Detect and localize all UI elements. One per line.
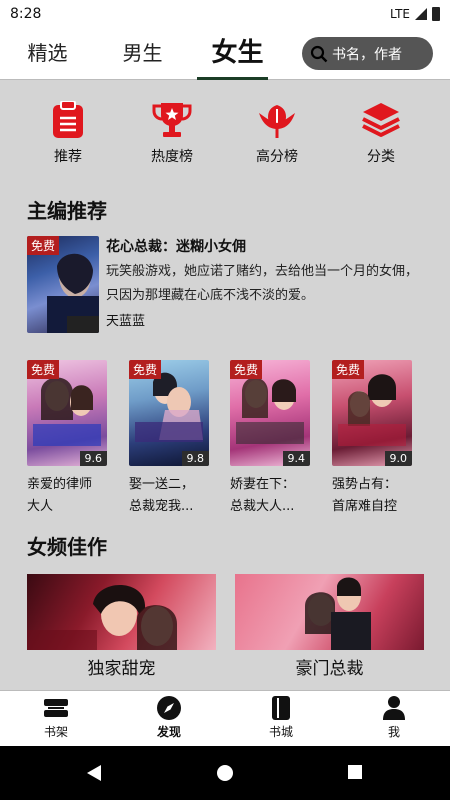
bookshelf-icon bbox=[44, 699, 68, 717]
back-icon[interactable] bbox=[86, 764, 102, 782]
banner-label: 豪门总裁 bbox=[295, 659, 364, 679]
score-badge: 9.4 bbox=[282, 451, 310, 466]
category-label: 高分榜 bbox=[256, 149, 298, 165]
bottom-nav-discover[interactable]: 发现 bbox=[139, 695, 199, 740]
book-title-line: 娶一送二， bbox=[129, 477, 195, 492]
featured-description: 玩笑般游戏，她应诺了赌约，去给他当一个月的女佣，只因为那埋藏在心底不浅不淡的爱。 bbox=[106, 264, 419, 303]
layers-icon bbox=[362, 103, 400, 137]
book-title[interactable]: 娶一送二， 总裁宠我... bbox=[129, 474, 219, 518]
trophy-icon bbox=[152, 103, 192, 137]
category-hot[interactable]: 热度榜 bbox=[137, 100, 207, 166]
compass-icon bbox=[157, 696, 181, 720]
banner-rich-ceo[interactable] bbox=[235, 574, 424, 650]
status-time: 8:28 bbox=[10, 6, 42, 22]
bottom-nav-label: 书架 bbox=[43, 725, 68, 739]
clipboard-icon bbox=[53, 101, 83, 138]
bottom-nav-label: 书城 bbox=[268, 725, 293, 739]
free-tag: 免费 bbox=[332, 360, 365, 379]
tab-featured[interactable]: 精选 bbox=[0, 28, 95, 80]
book-title-line: 大人 bbox=[27, 499, 54, 514]
bottom-nav-bookstore[interactable]: 书城 bbox=[251, 695, 311, 740]
category-recommend[interactable]: 推荐 bbox=[33, 100, 103, 166]
category-label: 推荐 bbox=[54, 149, 82, 165]
score-badge: 9.0 bbox=[384, 451, 412, 466]
search-placeholder: 书名，作者 bbox=[332, 46, 402, 63]
signal-icon bbox=[415, 8, 427, 20]
tab-male[interactable]: 男生 bbox=[95, 28, 190, 80]
section-title-female-picks: 女频佳作 bbox=[27, 535, 107, 559]
book-cover[interactable]: 免费 bbox=[27, 236, 99, 333]
free-tag: 免费 bbox=[27, 236, 60, 255]
book-cover[interactable]: 免费 9.4 bbox=[230, 360, 310, 466]
battery-icon bbox=[432, 7, 440, 21]
book-title-line: 娇妻在下： bbox=[230, 477, 296, 492]
book-card[interactable]: 免费 9.4 娇妻在下： 总裁大人... bbox=[230, 360, 320, 518]
banner-label: 独家甜宠 bbox=[87, 659, 156, 679]
person-icon bbox=[383, 696, 405, 720]
category-classify[interactable]: 分类 bbox=[346, 100, 416, 166]
book-cover[interactable]: 免费 9.6 bbox=[27, 360, 107, 466]
book-title-line: 亲爱的律师 bbox=[27, 477, 93, 492]
book-title-line: 强势占有： bbox=[332, 477, 398, 492]
recents-icon[interactable] bbox=[347, 764, 363, 780]
free-tag: 免费 bbox=[27, 360, 60, 379]
status-bar: 8:28 LTE bbox=[0, 0, 450, 28]
score-badge: 9.6 bbox=[79, 451, 107, 466]
book-title-line: 首席难自控 bbox=[332, 499, 398, 514]
category-row: 推荐 热度榜 高分榜 分类 bbox=[0, 100, 450, 170]
category-label: 分类 bbox=[367, 149, 395, 165]
category-label: 热度榜 bbox=[151, 149, 193, 165]
tab-female[interactable]: 女生 bbox=[190, 28, 285, 80]
book-title-line: 总裁宠我... bbox=[129, 499, 194, 514]
system-nav-bar bbox=[0, 746, 450, 800]
flower-icon bbox=[259, 105, 295, 138]
bottom-nav: 书架 发现 书城 我 bbox=[0, 690, 450, 746]
banner-artwork bbox=[305, 577, 371, 650]
featured-book[interactable]: 免费 花心总裁：迷糊小女佣 玩笑般游戏，她应诺了赌约，去给他当一个月的女佣，只因… bbox=[27, 236, 427, 334]
book-title[interactable]: 娇妻在下： 总裁大人... bbox=[230, 474, 320, 518]
book-title[interactable]: 强势占有： 首席难自控 bbox=[332, 474, 422, 518]
section-title-editor-pick: 主编推荐 bbox=[27, 199, 107, 223]
free-tag: 免费 bbox=[230, 360, 263, 379]
search-box[interactable]: 书名，作者 bbox=[302, 37, 433, 70]
featured-title[interactable]: 花心总裁：迷糊小女佣 bbox=[106, 236, 428, 256]
free-tag: 免费 bbox=[129, 360, 162, 379]
book-title[interactable]: 亲爱的律师 大人 bbox=[27, 474, 117, 518]
category-top-rated[interactable]: 高分榜 bbox=[242, 100, 312, 166]
status-icons: LTE bbox=[390, 7, 440, 21]
bottom-nav-label: 发现 bbox=[156, 725, 181, 739]
book-card[interactable]: 免费 9.0 强势占有： 首席难自控 bbox=[332, 360, 422, 518]
network-type: LTE bbox=[390, 7, 410, 21]
banner-artwork bbox=[27, 584, 177, 650]
search-icon bbox=[310, 45, 328, 62]
score-badge: 9.8 bbox=[181, 451, 209, 466]
bottom-nav-me[interactable]: 我 bbox=[364, 695, 424, 740]
bottom-nav-bookshelf[interactable]: 书架 bbox=[26, 695, 86, 740]
top-nav: 精选 男生 女生 书名，作者 bbox=[0, 28, 450, 80]
book-card[interactable]: 免费 9.8 娶一送二， 总裁宠我... bbox=[129, 360, 219, 518]
banner-exclusive-sweet[interactable] bbox=[27, 574, 216, 650]
book-card[interactable]: 免费 9.6 亲爱的律师大人 bbox=[27, 360, 117, 518]
book-cover[interactable]: 免费 9.0 bbox=[332, 360, 412, 466]
book-icon bbox=[272, 696, 290, 720]
featured-text: 花心总裁：迷糊小女佣 玩笑般游戏，她应诺了赌约，去给他当一个月的女佣，只因为那埋… bbox=[106, 236, 428, 329]
featured-author: 天蓝蓝 bbox=[106, 314, 146, 329]
bottom-nav-label: 我 bbox=[387, 725, 400, 739]
book-title-line: 总裁大人... bbox=[230, 499, 295, 514]
book-cover[interactable]: 免费 9.8 bbox=[129, 360, 209, 466]
home-icon[interactable] bbox=[216, 764, 234, 782]
